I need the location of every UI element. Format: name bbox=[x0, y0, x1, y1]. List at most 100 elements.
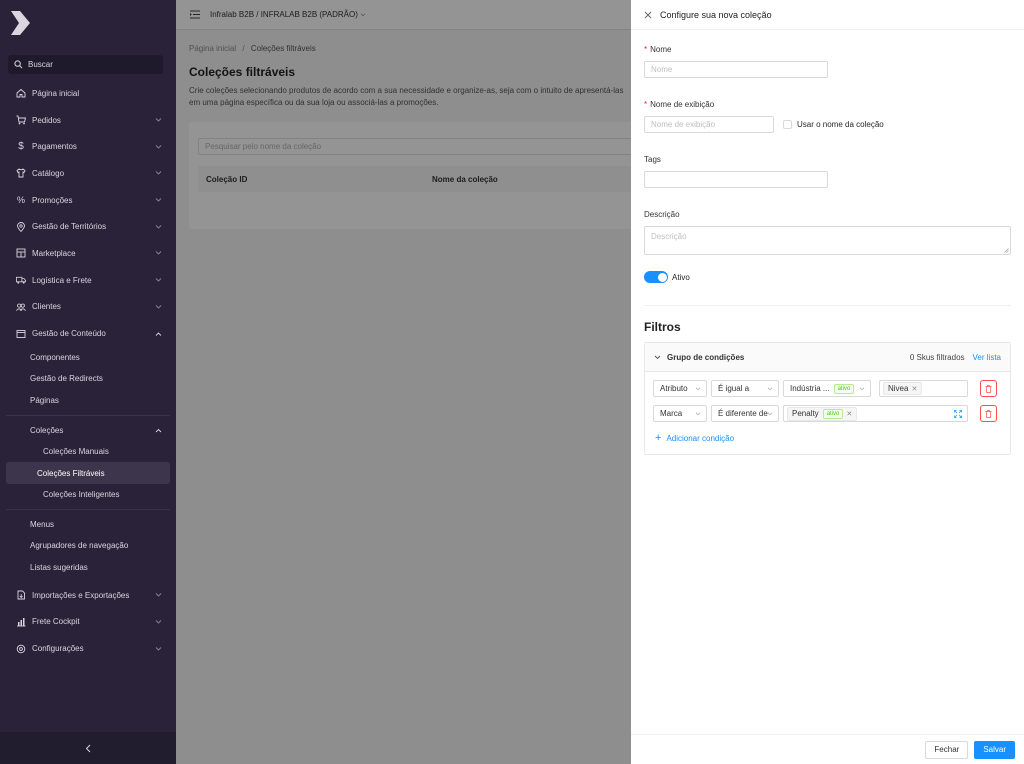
sidebar-item-label: Página inicial bbox=[32, 88, 80, 98]
sidebar: Buscar Página inicial Pedidos $ Pagament… bbox=[0, 0, 176, 764]
sidebar-subitem-label: Coleções bbox=[30, 425, 64, 435]
chevron-up-icon bbox=[155, 331, 162, 336]
add-condition-label: Adicionar condição bbox=[666, 433, 735, 443]
logo-icon[interactable] bbox=[8, 10, 32, 36]
sidebar-subitem-listas[interactable]: Listas sugeridas bbox=[0, 557, 176, 578]
resize-handle-icon[interactable] bbox=[1004, 248, 1009, 253]
sidebar-item-pedidos[interactable]: Pedidos bbox=[0, 107, 176, 134]
chevron-left-icon bbox=[85, 744, 91, 752]
chevron-down-icon bbox=[155, 118, 162, 122]
display-name-input[interactable]: Nome de exibição bbox=[644, 116, 774, 133]
sidebar-item-territorios[interactable]: Gestão de Territórios bbox=[0, 213, 176, 240]
condition-field-value: Marca bbox=[660, 409, 683, 418]
sidebar-item-logistica[interactable]: Logística e Frete bbox=[0, 267, 176, 294]
condition-operator-select[interactable]: É igual a bbox=[711, 380, 779, 397]
sidebar-subitem-componentes[interactable]: Componentes bbox=[0, 347, 176, 368]
delete-condition-button[interactable] bbox=[980, 380, 997, 397]
sidebar-subitem-paginas[interactable]: Páginas bbox=[0, 389, 176, 410]
condition-operator-select[interactable]: É diferente de bbox=[711, 405, 779, 422]
drawer-title: Configure sua nova coleção bbox=[660, 9, 772, 20]
remove-tag-icon[interactable]: ✕ bbox=[911, 385, 917, 393]
sidebar-subitem-colecoes-manuais[interactable]: Coleções Manuais bbox=[6, 441, 170, 462]
sidebar-item-frete-cockpit[interactable]: Frete Cockpit bbox=[0, 609, 176, 636]
collapse-sidebar-button[interactable] bbox=[0, 732, 176, 764]
condition-attribute-select[interactable]: Indústria ... ativo bbox=[783, 380, 871, 397]
sidebar-item-configuracoes[interactable]: Configurações bbox=[0, 635, 176, 662]
sidebar-subitem-agrupadores[interactable]: Agrupadores de navegação bbox=[0, 535, 176, 556]
use-collection-name-label[interactable]: Usar o nome da coleção bbox=[797, 120, 884, 129]
delete-condition-button[interactable] bbox=[980, 405, 997, 422]
use-collection-name-checkbox[interactable] bbox=[783, 120, 792, 129]
gear-icon bbox=[16, 644, 26, 654]
chevron-down-icon bbox=[155, 593, 162, 597]
sidebar-item-clientes[interactable]: Clientes bbox=[0, 294, 176, 321]
sidebar-subitem-colecoes[interactable]: Coleções bbox=[0, 420, 176, 441]
chevron-down-icon bbox=[155, 224, 162, 229]
percent-icon: % bbox=[16, 195, 25, 206]
sidebar-item-importacoes[interactable]: Importações e Exportações bbox=[0, 582, 176, 609]
users-icon bbox=[16, 302, 26, 312]
close-button[interactable]: Fechar bbox=[925, 740, 969, 759]
sidebar-item-promocoes[interactable]: % Promoções bbox=[0, 187, 176, 214]
new-collection-drawer: Configure sua nova coleção * Nome Nome * N… bbox=[631, 0, 1024, 764]
sidebar-item-pagamentos[interactable]: $ Pagamentos bbox=[0, 133, 176, 160]
active-row: Ativo bbox=[644, 271, 1011, 283]
sidebar-item-marketplace[interactable]: Marketplace bbox=[0, 240, 176, 267]
chevron-down-icon bbox=[155, 305, 162, 309]
sidebar-item-catalogo[interactable]: Catálogo bbox=[0, 160, 176, 187]
chevron-down-icon[interactable] bbox=[654, 355, 661, 360]
remove-tag-icon[interactable]: ✕ bbox=[846, 410, 852, 418]
sidebar-subitem-colecoes-filtraveis[interactable]: Coleções Filtráveis bbox=[6, 462, 170, 484]
expand-icon[interactable] bbox=[954, 410, 962, 418]
sidebar-subitem-menus[interactable]: Menus bbox=[0, 514, 176, 535]
sidebar-subitem-colecoes-inteligentes[interactable]: Coleções Inteligentes bbox=[6, 484, 170, 505]
divider bbox=[6, 414, 170, 416]
sidebar-item-label: Catálogo bbox=[32, 168, 65, 178]
search-label: Buscar bbox=[28, 60, 53, 69]
sidebar-item-conteudo[interactable]: Gestão de Conteúdo bbox=[0, 320, 176, 347]
name-input[interactable]: Nome bbox=[644, 61, 828, 78]
chevron-down-icon bbox=[155, 646, 162, 651]
sidebar-item-label: Frete Cockpit bbox=[32, 617, 80, 627]
skus-count: 0 Skus filtrados bbox=[909, 352, 965, 362]
sidebar-item-label: Configurações bbox=[32, 644, 84, 654]
condition-row: Marca É diferente de Penalty ativo ✕ bbox=[653, 405, 1002, 422]
save-button[interactable]: Salvar bbox=[974, 740, 1015, 759]
sidebar-subitem-redirects[interactable]: Gestão de Redirects bbox=[0, 368, 176, 389]
shirt-icon bbox=[16, 168, 26, 178]
display-name-label: * Nome de exibição bbox=[644, 100, 715, 109]
sidebar-item-label: Logística e Frete bbox=[32, 275, 92, 285]
sidebar-item-label: Importações e Exportações bbox=[32, 590, 130, 600]
sidebar-nav: Página inicial Pedidos $ Pagamentos Catá… bbox=[0, 80, 176, 662]
trash-icon bbox=[985, 409, 992, 418]
tags-label: Tags bbox=[644, 155, 661, 164]
condition-field-select[interactable]: Atributo bbox=[653, 380, 707, 397]
store-icon bbox=[16, 248, 26, 258]
close-icon[interactable] bbox=[644, 11, 652, 19]
description-label: Descrição bbox=[644, 210, 680, 219]
content-icon bbox=[16, 329, 26, 339]
condition-field-select[interactable]: Marca bbox=[653, 405, 707, 422]
tags-input[interactable] bbox=[644, 171, 828, 188]
drawer-mask[interactable] bbox=[176, 0, 631, 764]
search-button[interactable]: Buscar bbox=[8, 55, 163, 74]
value-tag: Nivea ✕ bbox=[883, 382, 923, 395]
active-toggle[interactable] bbox=[644, 271, 668, 283]
name-label: * Nome bbox=[644, 45, 672, 54]
active-label: Ativo bbox=[672, 272, 690, 282]
description-textarea[interactable]: Descrição bbox=[644, 226, 1011, 255]
see-list-link[interactable]: Ver lista bbox=[973, 353, 1001, 362]
condition-value-multiselect[interactable]: Penalty ativo ✕ bbox=[783, 405, 968, 422]
condition-value-select[interactable]: Nivea ✕ bbox=[879, 380, 968, 397]
sidebar-item-label: Marketplace bbox=[32, 248, 76, 258]
sidebar-item-label: Promoções bbox=[32, 195, 73, 205]
condition-group-header[interactable]: Grupo de condições 0 Skus filtrados Ver … bbox=[645, 343, 1010, 372]
value-tag-label: Penalty bbox=[792, 409, 819, 418]
add-condition-button[interactable]: + Adicionar condição bbox=[653, 432, 1002, 444]
chevron-down-icon bbox=[155, 620, 162, 624]
sidebar-item-home[interactable]: Página inicial bbox=[0, 80, 176, 107]
required-mark: * bbox=[644, 45, 648, 54]
divider bbox=[6, 508, 170, 510]
chevron-down-icon bbox=[155, 144, 162, 149]
condition-operator-value: É igual a bbox=[718, 384, 750, 393]
